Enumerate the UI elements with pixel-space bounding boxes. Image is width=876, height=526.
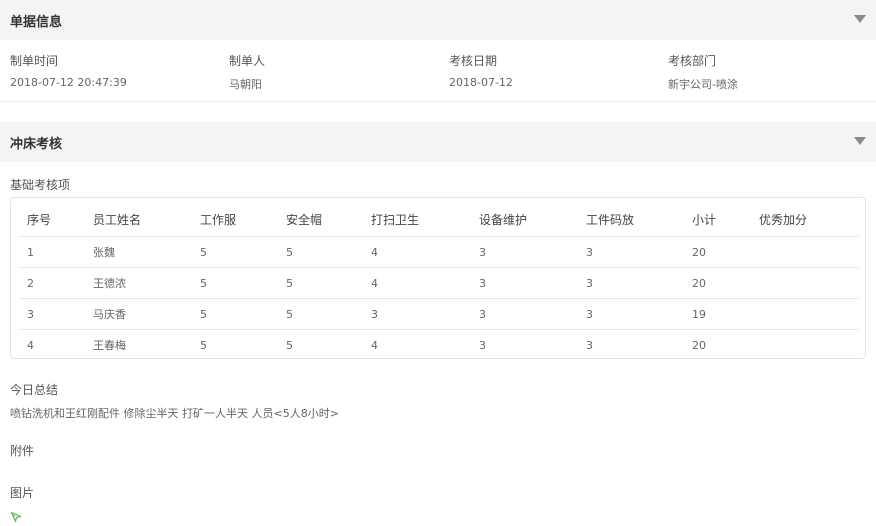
cell-subtotal: 20: [692, 339, 706, 352]
col-header-bonus: 优秀加分: [759, 213, 808, 227]
punch-review-header[interactable]: 冲床考核: [0, 122, 876, 162]
table-row: 3 马庆香 5 5 3 3 3 19: [19, 299, 859, 330]
col-header-cleaning: 打扫卫生: [371, 213, 420, 227]
document-info-title: 单据信息: [10, 14, 63, 30]
cell-cleaning: 4: [371, 277, 378, 290]
cell-maintenance: 3: [479, 339, 486, 352]
cell-subtotal: 20: [692, 277, 706, 290]
collapse-arrow-icon[interactable]: [854, 15, 866, 23]
cell-uniform: 5: [200, 308, 207, 321]
cell-cleaning: 4: [371, 246, 378, 259]
cell-stacking: 3: [586, 246, 593, 259]
department-value: 新宇公司-喷涂: [668, 78, 738, 91]
creator-label: 制单人: [229, 54, 266, 68]
cell-subtotal: 20: [692, 246, 706, 259]
review-date-label: 考核日期: [449, 54, 498, 68]
cell-index: 2: [27, 277, 34, 290]
cell-uniform: 5: [200, 246, 207, 259]
cell-maintenance: 3: [479, 277, 486, 290]
cell-maintenance: 3: [479, 308, 486, 321]
cell-helmet: 5: [286, 339, 293, 352]
cell-maintenance: 3: [479, 246, 486, 259]
cell-uniform: 5: [200, 277, 207, 290]
col-header-name: 员工姓名: [93, 213, 142, 227]
cell-index: 3: [27, 308, 34, 321]
created-time-label: 制单时间: [10, 54, 59, 68]
image-label: 图片: [10, 486, 35, 500]
image-placeholder-icon[interactable]: [10, 511, 22, 523]
punch-review-title: 冲床考核: [10, 136, 63, 152]
created-time-value: 2018-07-12 20:47:39: [10, 76, 127, 89]
col-header-helmet: 安全帽: [286, 213, 323, 227]
cell-name: 马庆香: [93, 308, 126, 321]
table-header-row: 序号 员工姓名 工作服 安全帽 打扫卫生 设备维护 工件码放 小计 优秀加分: [19, 203, 859, 237]
col-header-stacking: 工件码放: [586, 213, 635, 227]
cell-stacking: 3: [586, 339, 593, 352]
cell-stacking: 3: [586, 277, 593, 290]
cell-uniform: 5: [200, 339, 207, 352]
cell-cleaning: 4: [371, 339, 378, 352]
cell-stacking: 3: [586, 308, 593, 321]
cell-helmet: 5: [286, 308, 293, 321]
cell-cleaning: 3: [371, 308, 378, 321]
document-info-grid: 制单时间 2018-07-12 20:47:39 制单人 马朝阳 考核日期 20…: [0, 40, 876, 102]
cell-subtotal: 19: [692, 308, 706, 321]
col-header-maintenance: 设备维护: [479, 213, 528, 227]
cell-helmet: 5: [286, 277, 293, 290]
table-row: 4 王春梅 5 5 4 3 3 20: [19, 330, 859, 361]
basic-items-label: 基础考核项: [10, 178, 71, 192]
creator-value: 马朝阳: [229, 78, 262, 91]
cell-name: 张魏: [93, 246, 115, 259]
cell-helmet: 5: [286, 246, 293, 259]
review-table: 序号 员工姓名 工作服 安全帽 打扫卫生 设备维护 工件码放 小计 优秀加分 1…: [10, 197, 866, 359]
cell-index: 4: [27, 339, 34, 352]
summary-label: 今日总结: [10, 383, 59, 397]
document-info-header[interactable]: 单据信息: [0, 0, 876, 40]
summary-text: 喷钻洗机和王红刚配件 修除尘半天 打矿一人半天 人员<5人8小时>: [10, 407, 339, 420]
attachment-label: 附件: [10, 444, 35, 458]
collapse-arrow-icon[interactable]: [854, 137, 866, 145]
department-label: 考核部门: [668, 54, 717, 68]
table-row: 1 张魏 5 5 4 3 3 20: [19, 237, 859, 268]
col-header-uniform: 工作服: [200, 213, 237, 227]
col-header-subtotal: 小计: [692, 213, 717, 227]
cell-index: 1: [27, 246, 34, 259]
table-row: 2 王德浓 5 5 4 3 3 20: [19, 268, 859, 299]
cell-name: 王德浓: [93, 277, 126, 290]
col-header-index: 序号: [27, 213, 52, 227]
cell-name: 王春梅: [93, 339, 126, 352]
review-date-value: 2018-07-12: [449, 76, 513, 89]
